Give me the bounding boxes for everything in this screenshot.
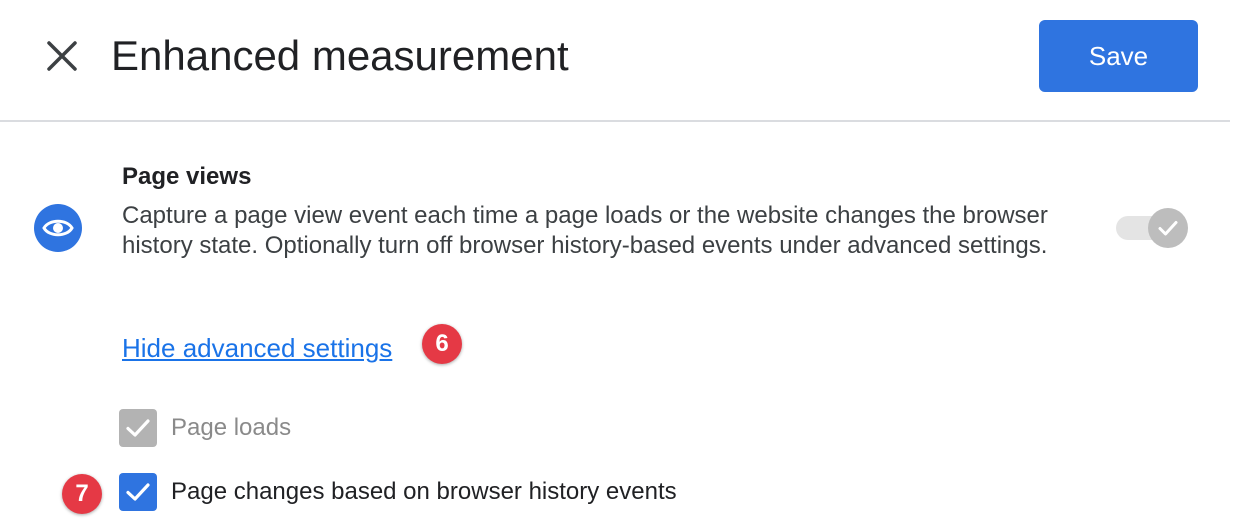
history-events-checkbox[interactable]	[119, 473, 157, 511]
annotation-badge-6: 6	[422, 324, 462, 364]
hide-advanced-settings-link[interactable]: Hide advanced settings	[122, 332, 392, 364]
page-loads-checkbox[interactable]	[119, 409, 157, 447]
page-views-toggle[interactable]	[1114, 208, 1188, 248]
section-description: Capture a page view event each time a pa…	[122, 202, 1048, 259]
dialog-header: Enhanced measurement Save	[0, 0, 1230, 122]
history-events-label: Page changes based on browser history ev…	[171, 478, 677, 505]
page-loads-label: Page loads	[171, 414, 292, 441]
section-title: Page views	[122, 163, 252, 190]
close-button[interactable]	[40, 34, 84, 78]
check-icon	[126, 483, 150, 501]
check-icon	[1158, 221, 1178, 236]
close-icon	[47, 41, 77, 71]
eye-icon	[34, 204, 82, 252]
check-icon	[126, 419, 150, 437]
page-title: Enhanced measurement	[111, 32, 569, 79]
annotation-badge-7: 7	[62, 474, 102, 514]
save-button[interactable]: Save	[1039, 20, 1198, 92]
toggle-thumb	[1148, 208, 1188, 248]
